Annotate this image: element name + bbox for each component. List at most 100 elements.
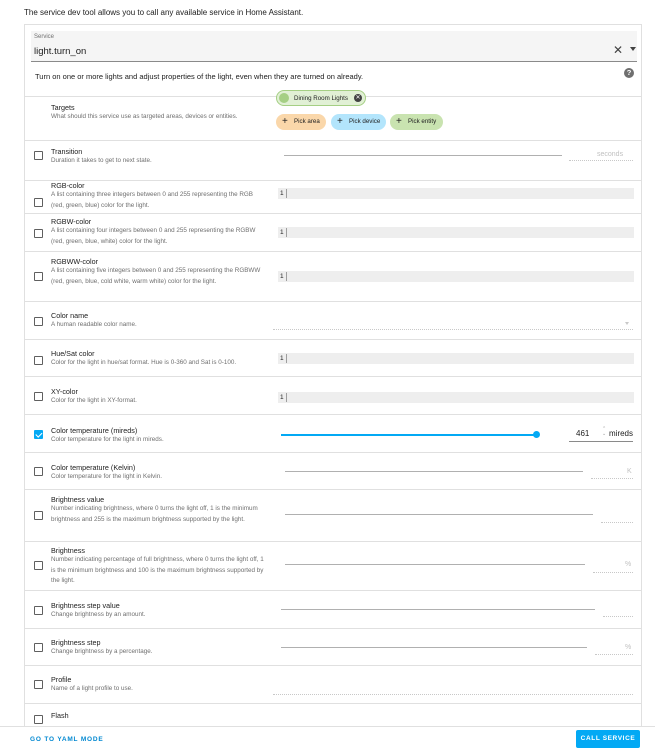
field-row-kelvin: Color temperature (Kelvin) Color tempera…	[25, 453, 641, 490]
hs-input[interactable]: 1	[278, 353, 634, 364]
rgb-input[interactable]: 1	[278, 188, 634, 199]
number-input[interactable]	[591, 478, 633, 479]
number-input[interactable]	[601, 522, 633, 523]
checkbox[interactable]	[34, 561, 43, 570]
field-row-hs-color: Hue/Sat color Color for the light in hue…	[25, 340, 641, 377]
chevron-down-icon[interactable]	[630, 47, 636, 51]
checkbox[interactable]	[34, 467, 43, 476]
profile-input[interactable]	[273, 694, 633, 695]
plus-icon: +	[282, 116, 288, 127]
slider[interactable]	[281, 647, 587, 648]
yaml-mode-button[interactable]: GO TO YAML MODE	[30, 736, 104, 743]
field-description: A human readable color name.	[51, 321, 137, 328]
field-title: Hue/Sat color	[51, 349, 95, 358]
text-cursor	[286, 354, 287, 363]
text-cursor	[286, 189, 287, 198]
pick-entity-button[interactable]: + Pick entity	[390, 114, 443, 130]
slider[interactable]	[285, 471, 583, 472]
field-row-transition: Transition Duration it takes to get to n…	[25, 141, 641, 181]
pick-device-button[interactable]: + Pick device	[331, 114, 386, 130]
field-title: Profile	[51, 675, 72, 684]
slider[interactable]	[281, 609, 595, 610]
slider[interactable]	[285, 514, 593, 515]
field-description: Change brightness by an amount.	[51, 611, 146, 618]
field-title: Brightness value	[51, 495, 105, 504]
field-row-rgb-color: RGB-color A list containing three intege…	[25, 181, 641, 214]
field-row-brightness-step: Brightness step value Change brightness …	[25, 591, 641, 629]
slider-track[interactable]	[281, 434, 536, 436]
unit-label: K	[627, 468, 632, 475]
chevron-down-icon[interactable]	[625, 322, 629, 325]
slider[interactable]	[284, 155, 562, 156]
checkbox[interactable]	[34, 356, 43, 365]
number-input[interactable]	[593, 572, 633, 573]
field-title: Flash	[51, 711, 69, 720]
service-description: Turn on one or more lights and adjust pr…	[35, 72, 364, 81]
field-description: Change brightness by a percentage.	[51, 648, 153, 655]
checkbox[interactable]	[34, 229, 43, 238]
field-row-color-temp: Color temperature (mireds) Color tempera…	[25, 415, 641, 453]
spinner-icon[interactable]: ⌃ ⌄	[602, 427, 606, 437]
field-title: Color temperature (mireds)	[51, 426, 138, 435]
service-label: Service	[34, 34, 55, 40]
field-description: Color for the light in hue/sat format. H…	[51, 359, 237, 366]
targets-row: Targets What should this service use as …	[25, 87, 641, 141]
entity-chip[interactable]: Dining Room Lights ✕	[276, 90, 366, 106]
input-value: 1	[280, 394, 284, 401]
checkbox[interactable]	[34, 643, 43, 652]
number-input[interactable]	[569, 160, 633, 161]
checkbox[interactable]	[34, 715, 43, 724]
service-value: light.turn_on	[34, 46, 87, 57]
pick-area-button[interactable]: + Pick area	[276, 114, 326, 130]
text-cursor	[286, 272, 287, 281]
checkbox[interactable]	[34, 392, 43, 401]
targets-title: Targets	[51, 103, 75, 112]
xy-input[interactable]: 1	[278, 392, 634, 403]
intro-text: The service dev tool allows you to call …	[24, 8, 304, 17]
checkbox[interactable]	[34, 151, 43, 160]
field-row-profile: Profile Name of a light profile to use.	[25, 666, 641, 704]
checkbox[interactable]	[34, 272, 43, 281]
text-cursor	[286, 393, 287, 402]
entity-chip-label: Dining Room Lights	[294, 95, 348, 102]
color-temp-value[interactable]: 461	[576, 429, 589, 438]
clear-icon[interactable]: ✕	[613, 44, 623, 56]
input-value: 1	[280, 229, 284, 236]
slider[interactable]	[285, 564, 585, 565]
field-row-brightness: Brightness value Number indicating brigh…	[25, 490, 641, 542]
help-icon[interactable]: ?	[624, 68, 634, 78]
field-description: A list containing five integers between …	[51, 267, 261, 285]
checkbox[interactable]	[34, 680, 43, 689]
field-description: Color temperature for the light in Kelvi…	[51, 473, 162, 480]
input-value: 1	[280, 190, 284, 197]
rgbww-input[interactable]: 1	[278, 271, 634, 282]
rgbw-input[interactable]: 1	[278, 227, 634, 238]
checkbox[interactable]	[34, 198, 43, 207]
field-row-flash: Flash	[25, 704, 641, 726]
checkbox-checked[interactable]	[34, 430, 43, 439]
remove-chip-icon[interactable]: ✕	[354, 94, 362, 102]
field-row-rgbw-color: RGBW-color A list containing four intege…	[25, 214, 641, 252]
checkbox[interactable]	[34, 606, 43, 615]
color-name-select[interactable]	[273, 329, 633, 330]
call-service-button[interactable]: CALL SERVICE	[576, 730, 640, 748]
field-title: Brightness	[51, 546, 85, 555]
unit-label: seconds	[597, 151, 624, 158]
number-input-underline	[569, 441, 633, 442]
slider-handle[interactable]	[533, 431, 540, 438]
service-picker[interactable]: Service light.turn_on ✕	[31, 31, 637, 62]
field-row-xy-color: XY-color Color for the light in XY-forma…	[25, 377, 641, 415]
plus-icon: +	[337, 116, 343, 127]
number-input[interactable]	[595, 654, 633, 655]
checkbox[interactable]	[34, 511, 43, 520]
field-description: Duration it takes to get to next state.	[51, 157, 152, 164]
field-title: Brightness step value	[51, 601, 120, 610]
service-card: Service light.turn_on ✕ Turn on one or m…	[24, 24, 642, 726]
field-row-rgbww-color: RGBWW-color A list containing five integ…	[25, 252, 641, 302]
number-input[interactable]	[603, 616, 633, 617]
field-description: Number indicating brightness, where 0 tu…	[51, 505, 258, 523]
field-title: Transition	[51, 147, 83, 156]
field-description: Color temperature for the light in mired…	[51, 436, 164, 443]
checkbox[interactable]	[34, 317, 43, 326]
field-description: Number indicating percentage of full bri…	[51, 556, 264, 584]
